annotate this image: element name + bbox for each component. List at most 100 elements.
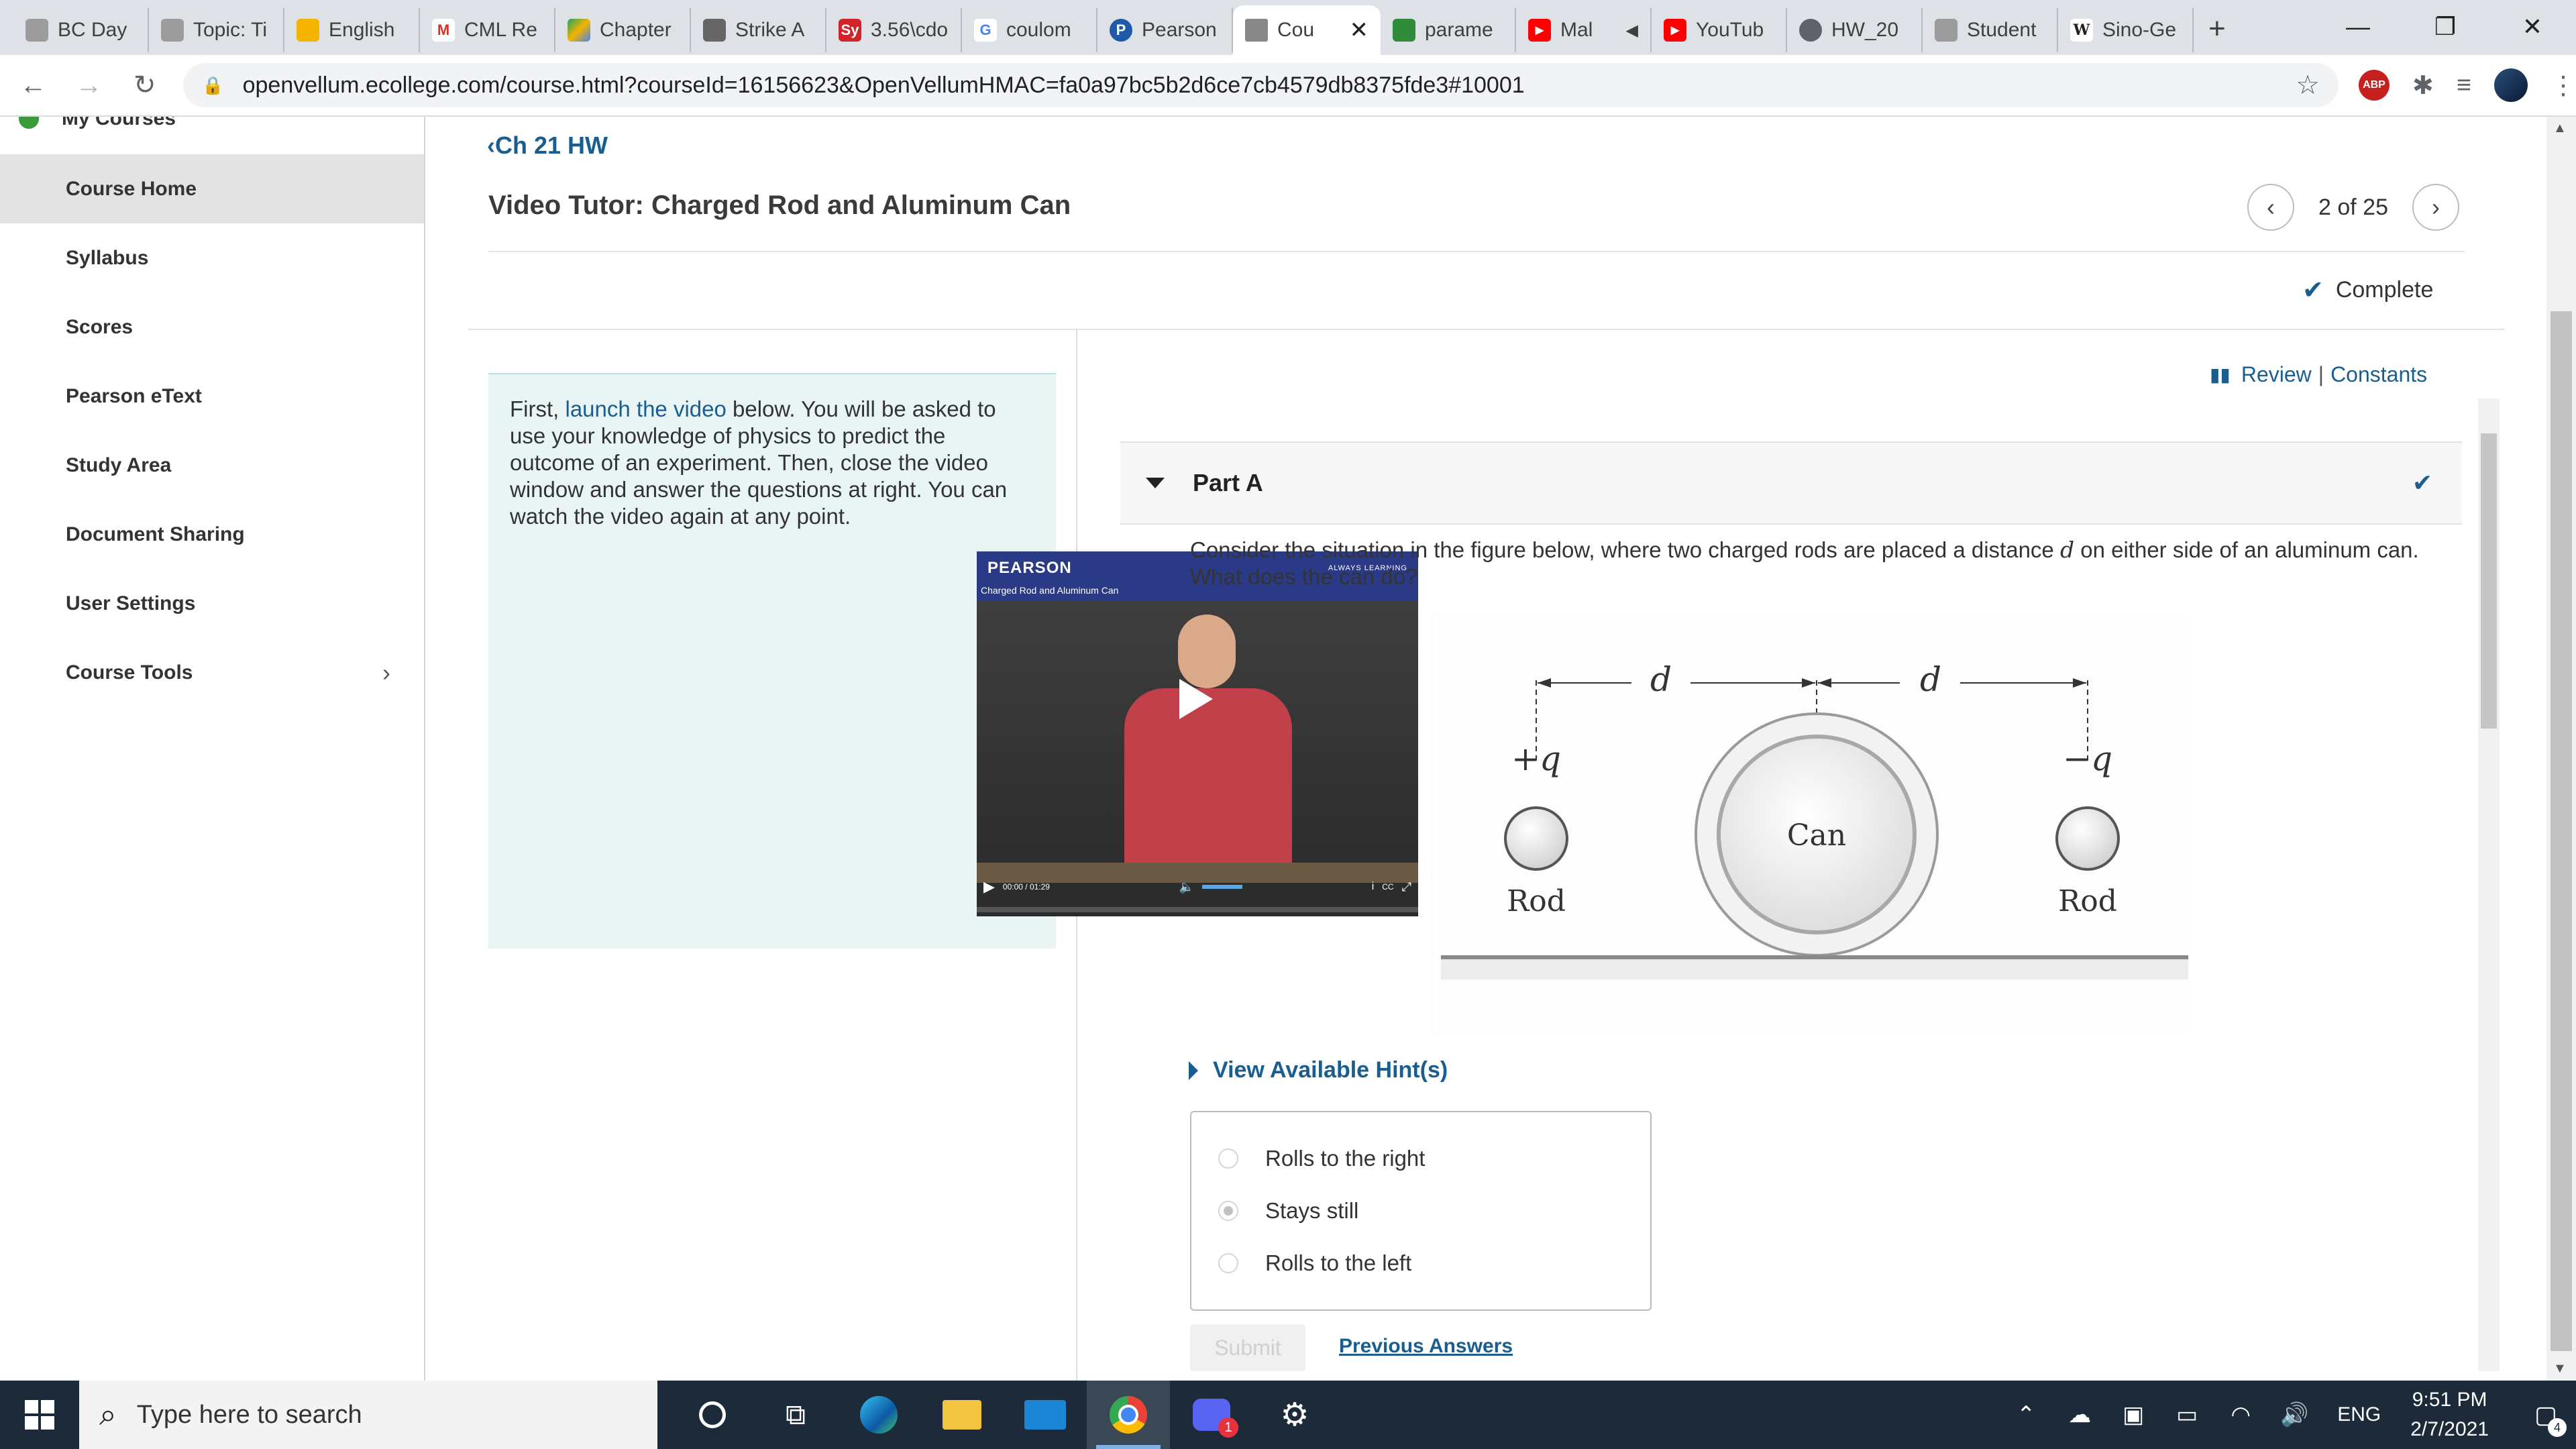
previous-item-button[interactable]: ‹	[2247, 184, 2294, 231]
browser-tab-active[interactable]: Cou ✕	[1233, 5, 1381, 55]
scroll-down-icon[interactable]: ▼	[2553, 1361, 2567, 1377]
sidebar-item-etext[interactable]: Pearson eText	[0, 362, 424, 431]
taskbar-clock[interactable]: 9:51 PM 2/7/2021	[2410, 1385, 2489, 1444]
browser-tab[interactable]: Sy 3.56\cdo	[826, 8, 962, 52]
volume-icon[interactable]: 🔊	[2267, 1401, 2321, 1428]
option-stays-still[interactable]: Stays still	[1191, 1185, 1650, 1237]
browser-tab[interactable]: W Sino-Ge	[2058, 8, 2194, 52]
minimize-button[interactable]: —	[2314, 0, 2402, 54]
option-rolls-right[interactable]: Rolls to the right	[1191, 1132, 1650, 1185]
video-player[interactable]: PEARSON ALWAYS LEARNING Charged Rod and …	[977, 551, 1418, 916]
browser-tab[interactable]: M CML Re	[420, 8, 555, 52]
url-text[interactable]: openvellum.ecollege.com/course.html?cour…	[243, 72, 2296, 99]
restore-button[interactable]: ❐	[2402, 0, 2489, 54]
mail-app[interactable]	[1004, 1381, 1087, 1449]
menu-kebab-icon[interactable]: ⋮	[2551, 70, 2576, 101]
meet-now-icon[interactable]: ▣	[2106, 1401, 2160, 1428]
inner-scrollbar[interactable]	[2478, 398, 2500, 1371]
media-queue-icon[interactable]: ≡	[2457, 71, 2471, 100]
radio-button[interactable]	[1218, 1253, 1238, 1273]
back-button[interactable]: ←	[11, 62, 56, 109]
browser-tab[interactable]: Chapter	[555, 8, 691, 52]
scroll-thumb[interactable]	[2551, 311, 2572, 1351]
review-link[interactable]: Review	[2241, 362, 2312, 387]
browser-tab[interactable]: Topic: Ti	[149, 8, 284, 52]
info-icon[interactable]: i	[1372, 881, 1375, 893]
sidebar-item-scores[interactable]: Scores	[0, 292, 424, 362]
browser-tab[interactable]: English	[284, 8, 420, 52]
part-a-header[interactable]: Part A ✔	[1120, 441, 2462, 525]
fullscreen-icon[interactable]: ⤢	[1402, 880, 1411, 894]
volume-slider[interactable]	[1202, 885, 1243, 889]
address-bar[interactable]: 🔒 openvellum.ecollege.com/course.html?co…	[183, 63, 2339, 107]
reload-button[interactable]: ↻	[122, 62, 167, 109]
sidebar-item-document-sharing[interactable]: Document Sharing	[0, 500, 424, 569]
mail-icon	[1024, 1400, 1066, 1430]
file-explorer-app[interactable]	[920, 1381, 1004, 1449]
option-rolls-left[interactable]: Rolls to the left	[1191, 1237, 1650, 1289]
close-tab-icon[interactable]: ✕	[1350, 17, 1369, 44]
browser-tab[interactable]: P Pearson	[1097, 8, 1233, 52]
action-center-button[interactable]: ▢ 4	[2516, 1381, 2576, 1449]
task-view-button[interactable]: ⧉	[754, 1381, 837, 1449]
sidebar-item-study-area[interactable]: Study Area	[0, 431, 424, 500]
page-scrollbar[interactable]: ▲ ▼	[2546, 117, 2576, 1381]
input-language[interactable]: ENG	[2337, 1403, 2381, 1426]
browser-tab[interactable]: parame	[1381, 8, 1516, 52]
play-icon[interactable]	[1179, 679, 1213, 719]
forward-button[interactable]: →	[66, 62, 111, 109]
item-pager: ‹ 2 of 25 ›	[2247, 184, 2459, 231]
wifi-icon[interactable]: ◠	[2214, 1401, 2267, 1428]
breadcrumb-back-link[interactable]: ‹Ch 21 HW	[487, 131, 608, 160]
chrome-app[interactable]	[1087, 1381, 1170, 1449]
lock-icon[interactable]: 🔒	[202, 75, 223, 96]
new-tab-button[interactable]: +	[2208, 12, 2226, 46]
view-hints-toggle[interactable]: View Available Hint(s)	[1189, 1057, 1448, 1083]
next-item-button[interactable]: ›	[2412, 184, 2459, 231]
sidebar-item-course-tools[interactable]: Course Tools ›	[0, 638, 424, 707]
system-tray: ⌃ ☁ ▣ ▭ ◠ 🔊 ENG 9:51 PM 2/7/2021 ▢ 4	[1999, 1381, 2576, 1449]
profile-avatar[interactable]	[2493, 68, 2528, 102]
adblock-icon[interactable]: ABP	[2358, 70, 2390, 101]
audio-playing-icon[interactable]: ◀︎	[1626, 21, 1638, 40]
onedrive-icon[interactable]: ☁	[2053, 1401, 2106, 1428]
browser-tab[interactable]: Strike A	[691, 8, 826, 52]
discord-app[interactable]: 1	[1170, 1381, 1253, 1449]
volume-icon[interactable]: 🔈	[1179, 880, 1194, 894]
closed-captions-button[interactable]: CC	[1382, 882, 1393, 892]
constants-link[interactable]: Constants	[2330, 362, 2427, 387]
start-button[interactable]	[0, 1381, 79, 1449]
close-window-button[interactable]: ✕	[2489, 0, 2576, 54]
right-rod-label: Rod	[2058, 884, 2117, 918]
sidebar-item-user-settings[interactable]: User Settings	[0, 569, 424, 638]
battery-icon[interactable]: ▭	[2160, 1401, 2214, 1428]
browser-tab[interactable]: HW_20	[1787, 8, 1923, 52]
show-hidden-icons-button[interactable]: ⌃	[1999, 1401, 2053, 1428]
settings-app[interactable]: ⚙	[1253, 1381, 1336, 1449]
launch-video-link[interactable]: launch the video	[565, 396, 726, 421]
video-progress-bar[interactable]	[977, 907, 1418, 912]
cortana-button[interactable]	[671, 1381, 754, 1449]
radio-button[interactable]	[1218, 1148, 1238, 1169]
slides-icon	[297, 19, 319, 42]
radio-button-selected[interactable]	[1218, 1201, 1238, 1221]
school-icon	[25, 19, 48, 42]
sidebar-item-course-home[interactable]: Course Home	[0, 154, 424, 223]
sidebar-item-syllabus[interactable]: Syllabus	[0, 223, 424, 292]
browser-tab[interactable]: ▶ Mal ◀︎	[1516, 8, 1652, 52]
browser-tab[interactable]: BC Day	[13, 8, 149, 52]
previous-answers-link[interactable]: Previous Answers	[1339, 1335, 1513, 1358]
browser-tab[interactable]: ▶ YouTub	[1652, 8, 1787, 52]
taskbar-search[interactable]: ⌕ Type here to search	[79, 1381, 657, 1449]
edge-app[interactable]	[837, 1381, 920, 1449]
browser-tab[interactable]: Gcoulom	[962, 8, 1097, 52]
windows-taskbar: ⌕ Type here to search ⧉ 1 ⚙ ⌃ ☁ ▣ ▭ ◠ 🔊 E…	[0, 1381, 2576, 1449]
puzzle-extensions-icon[interactable]: ✱	[2412, 70, 2434, 101]
play-pause-icon[interactable]: ▶	[983, 878, 995, 896]
scroll-up-icon[interactable]: ▲	[2553, 121, 2567, 136]
bookmark-star-icon[interactable]: ☆	[2296, 70, 2320, 101]
scroll-thumb[interactable]	[2481, 433, 2497, 729]
browser-tab[interactable]: Student	[1923, 8, 2058, 52]
sidebar-my-courses[interactable]: My Courses	[0, 117, 424, 154]
submit-button[interactable]: Submit	[1190, 1324, 1305, 1371]
